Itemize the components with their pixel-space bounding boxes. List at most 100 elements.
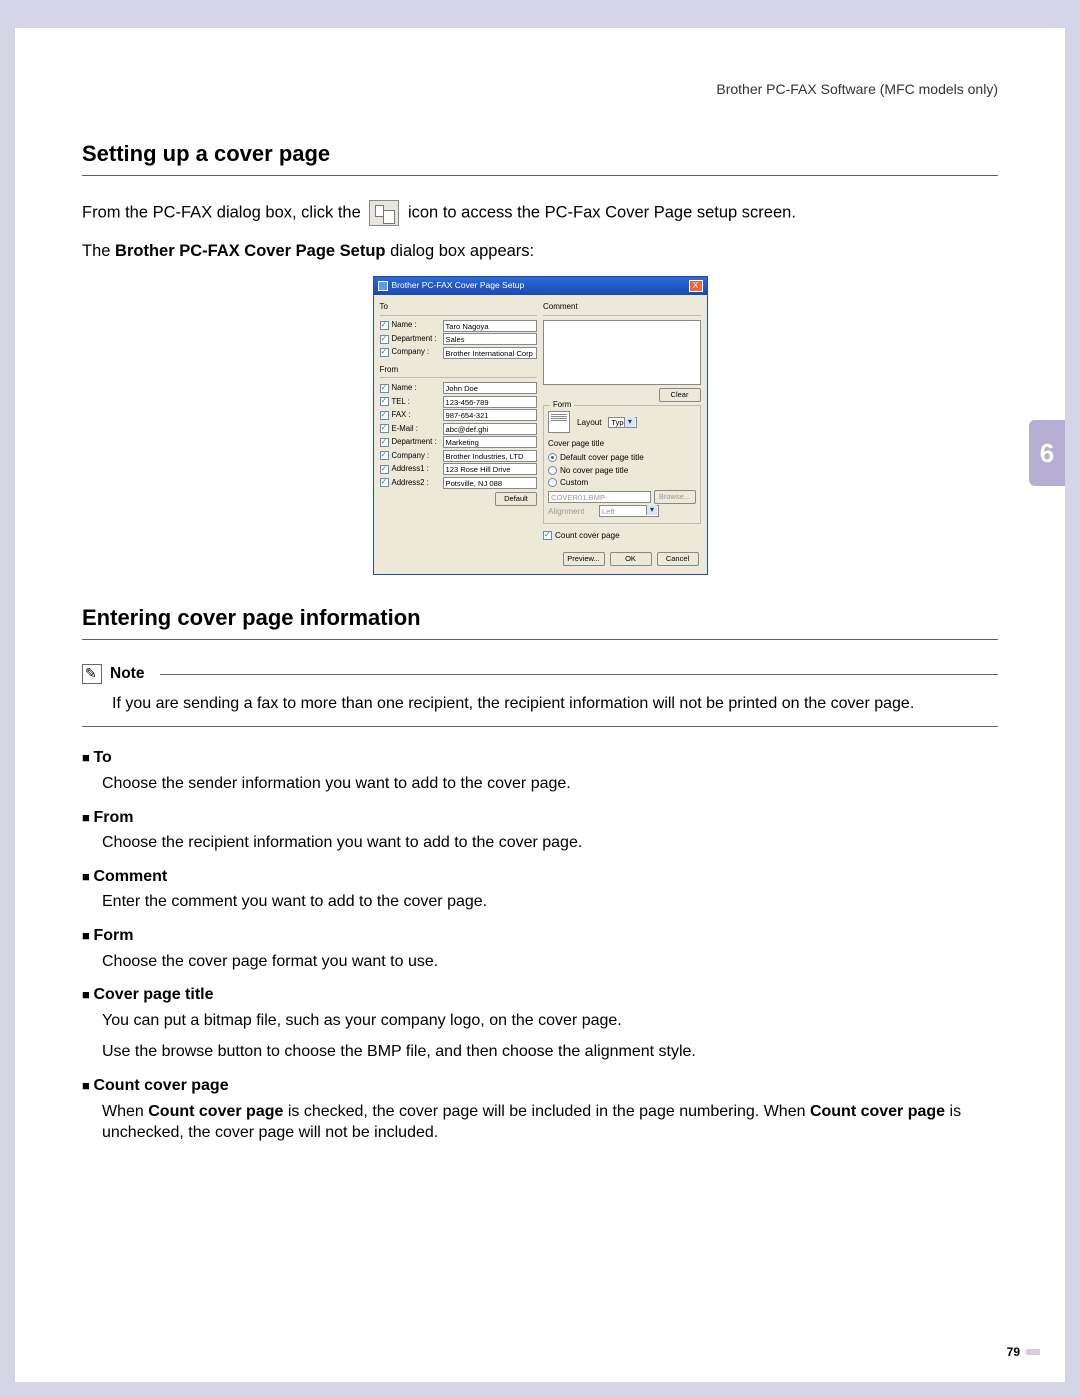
ok-button[interactable]: OK [610, 552, 652, 566]
item-form: Form Choose the cover page format you wa… [82, 925, 998, 972]
cpt-group-label: Cover page title [548, 439, 696, 450]
comment-group-label: Comment [543, 302, 701, 313]
frame-right [1065, 0, 1080, 1397]
cpt-bmp-input: COVER01.BMP [548, 491, 651, 503]
cpt-custom-radio[interactable] [548, 478, 557, 487]
page-content: Brother PC-FAX Software (MFC models only… [82, 80, 998, 1144]
alignment-select: Left [599, 505, 659, 517]
from-name-input[interactable]: John Doe [443, 382, 538, 394]
to-comp-checkbox[interactable] [380, 348, 389, 357]
note-header: Note [82, 664, 998, 685]
cpt-none-radio[interactable] [548, 466, 557, 475]
running-header: Brother PC-FAX Software (MFC models only… [82, 80, 998, 99]
note-icon [82, 664, 102, 684]
to-dept-input[interactable]: Sales [443, 333, 538, 345]
count-b2: Count cover page [810, 1103, 945, 1120]
dialog-right-column: Comment Clear Form Layout Type 1 [543, 299, 701, 542]
layout-label: Layout [577, 418, 602, 427]
to-group-label: To [380, 302, 538, 313]
from-addr1-input[interactable]: 123 Rose Hill Drive [443, 463, 538, 475]
alignment-label: Alignment [548, 506, 596, 517]
cover-page-setup-dialog: Brother PC-FAX Cover Page Setup X To Nam… [373, 276, 708, 575]
intro-paragraph-2: The Brother PC-FAX Cover Page Setup dial… [82, 240, 998, 262]
close-icon[interactable]: X [689, 280, 703, 292]
frame-top [0, 0, 1080, 28]
from-addr2-input[interactable]: Potsville, NJ 088 [443, 477, 538, 489]
form-legend: Form [550, 400, 574, 411]
from-name-checkbox[interactable] [380, 384, 389, 393]
from-tel-label: TEL : [392, 397, 440, 408]
from-comp-checkbox[interactable] [380, 451, 389, 460]
dialog-title: Brother PC-FAX Cover Page Setup [392, 280, 685, 291]
count-cover-page-checkbox[interactable] [543, 531, 552, 540]
item-comment-body: Enter the comment you want to add to the… [102, 891, 998, 913]
item-count-title: Count cover page [82, 1075, 998, 1097]
item-comment-title: Comment [82, 866, 998, 888]
count-cover-page-label: Count cover page [555, 530, 620, 541]
note-label: Note [110, 664, 144, 685]
item-cover-page-title: Cover page title You can put a bitmap fi… [82, 984, 998, 1063]
dialog-body: To Name :Taro Nagoya Department :Sales C… [374, 295, 707, 546]
from-email-checkbox[interactable] [380, 424, 389, 433]
item-comment: Comment Enter the comment you want to ad… [82, 866, 998, 913]
form-fieldset: Form Layout Type 1 Cover page title Defa… [543, 405, 701, 524]
from-dept-checkbox[interactable] [380, 438, 389, 447]
item-to-title: To [82, 747, 998, 769]
to-dept-checkbox[interactable] [380, 335, 389, 344]
cpt-none-label: No cover page title [560, 465, 628, 476]
heading-setting-up: Setting up a cover page [82, 139, 998, 176]
to-comp-label: Company : [392, 347, 440, 358]
from-fax-label: FAX : [392, 410, 440, 421]
item-from-title: From [82, 807, 998, 829]
item-from-body: Choose the recipient information you wan… [102, 832, 998, 854]
to-comp-input[interactable]: Brother International Corp [443, 347, 538, 359]
cancel-button[interactable]: Cancel [657, 552, 699, 566]
preview-button[interactable]: Preview... [563, 552, 605, 566]
count-b1: Count cover page [148, 1103, 283, 1120]
from-addr1-checkbox[interactable] [380, 465, 389, 474]
dialog-titlebar: Brother PC-FAX Cover Page Setup X [374, 277, 707, 295]
layout-select[interactable]: Type 1 [608, 417, 637, 428]
browse-button: Browse... [654, 490, 696, 504]
frame-bottom [0, 1382, 1080, 1397]
page-number-accent [1026, 1349, 1040, 1355]
dialog-left-column: To Name :Taro Nagoya Department :Sales C… [380, 299, 538, 542]
count-a: When [102, 1103, 148, 1120]
heading-entering-info: Entering cover page information [82, 603, 998, 640]
note-body: If you are sending a fax to more than on… [112, 693, 998, 715]
item-from: From Choose the recipient information yo… [82, 807, 998, 854]
to-name-checkbox[interactable] [380, 321, 389, 330]
comment-textarea[interactable] [543, 320, 701, 385]
count-c: is checked, the cover page will be inclu… [283, 1103, 810, 1120]
to-name-input[interactable]: Taro Nagoya [443, 320, 538, 332]
intro-paragraph: From the PC-FAX dialog box, click the ic… [82, 200, 998, 226]
from-addr2-label: Address2 : [392, 478, 440, 489]
from-addr2-checkbox[interactable] [380, 478, 389, 487]
clear-button[interactable]: Clear [659, 388, 701, 402]
intro-text-after: icon to access the PC-Fax Cover Page set… [408, 203, 796, 221]
cpt-custom-label: Custom [560, 477, 588, 488]
item-cpt-title: Cover page title [82, 984, 998, 1006]
to-dept-label: Department : [392, 334, 440, 345]
item-to: To Choose the sender information you wan… [82, 747, 998, 794]
cpt-default-radio[interactable] [548, 453, 557, 462]
from-email-input[interactable]: abc@def.ghi [443, 423, 538, 435]
layout-preview-icon [548, 411, 570, 433]
note-rule-bottom [82, 726, 998, 727]
from-tel-checkbox[interactable] [380, 397, 389, 406]
item-form-title: Form [82, 925, 998, 947]
default-button[interactable]: Default [495, 492, 537, 506]
from-tel-input[interactable]: 123-456-789 [443, 396, 538, 408]
from-fax-checkbox[interactable] [380, 411, 389, 420]
from-dept-input[interactable]: Marketing [443, 436, 538, 448]
from-addr1-label: Address1 : [392, 464, 440, 475]
intro2-bold: Brother PC-FAX Cover Page Setup [115, 242, 385, 260]
page-number: 79 [1007, 1345, 1020, 1359]
app-icon [378, 281, 388, 291]
from-comp-input[interactable]: Brother Industries, LTD [443, 450, 538, 462]
item-cpt-body2: Use the browse button to choose the BMP … [102, 1041, 998, 1063]
dialog-footer: Preview... OK Cancel [374, 546, 707, 574]
from-fax-input[interactable]: 987-654-321 [443, 409, 538, 421]
item-to-body: Choose the sender information you want t… [102, 773, 998, 795]
from-group-label: From [380, 365, 538, 376]
